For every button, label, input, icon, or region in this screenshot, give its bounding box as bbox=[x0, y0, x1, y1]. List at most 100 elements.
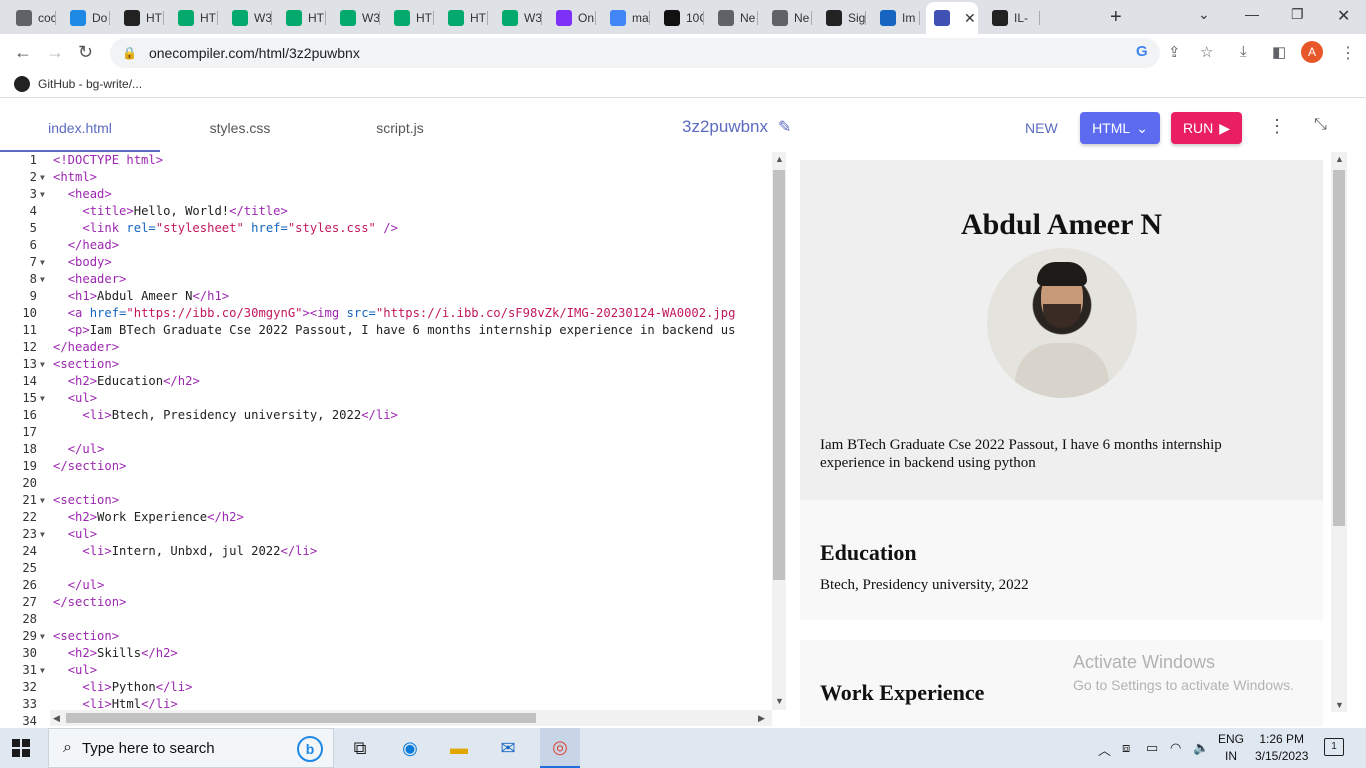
scroll-down-arrow[interactable]: ▼ bbox=[775, 696, 784, 706]
code-line[interactable]: 5 <link rel="stylesheet" href="styles.cs… bbox=[0, 220, 770, 237]
browser-tab[interactable]: coc bbox=[8, 4, 56, 32]
language-select-button[interactable]: HTML ⌄ bbox=[1080, 112, 1160, 144]
scroll-up-arrow[interactable]: ▲ bbox=[1335, 154, 1344, 164]
code-line[interactable]: 30 <h2>Skills</h2> bbox=[0, 645, 770, 662]
more-options-icon[interactable]: ⋮ bbox=[1268, 116, 1286, 137]
scroll-right-arrow[interactable]: ▶ bbox=[758, 713, 765, 724]
fold-toggle-icon[interactable]: ▼ bbox=[40, 254, 45, 271]
bookmark-github[interactable]: GitHub - bg-write/... bbox=[14, 76, 142, 92]
code-line[interactable]: 3 ▼ <head> bbox=[0, 186, 770, 203]
task-view-icon[interactable]: ⧉ bbox=[346, 734, 374, 762]
meet-now-icon[interactable]: ⧈ bbox=[1122, 740, 1130, 756]
code-line[interactable]: 1 <!DOCTYPE html> bbox=[0, 152, 770, 169]
scroll-up-arrow[interactable]: ▲ bbox=[775, 154, 784, 164]
scrollbar-thumb[interactable] bbox=[66, 713, 536, 723]
fold-toggle-icon[interactable]: ▼ bbox=[40, 186, 45, 203]
tab-search-icon[interactable]: ⌄ bbox=[1198, 6, 1210, 23]
code-line[interactable]: 19 </section> bbox=[0, 458, 770, 475]
browser-tab[interactable]: HT bbox=[386, 4, 434, 32]
taskbar-search-box[interactable]: ⌕ Type here to search b bbox=[48, 728, 334, 768]
code-line[interactable]: 23 ▼ <ul> bbox=[0, 526, 770, 543]
fold-toggle-icon[interactable]: ▼ bbox=[40, 356, 45, 373]
code-line[interactable]: 11 <p>Iam BTech Graduate Cse 2022 Passou… bbox=[0, 322, 770, 339]
browser-tab[interactable]: Ne bbox=[710, 4, 758, 32]
code-line[interactable]: 32 <li>Python</li> bbox=[0, 679, 770, 696]
code-line[interactable]: 2 ▼ <html> bbox=[0, 169, 770, 186]
code-line[interactable]: 9 <h1>Abdul Ameer N</h1> bbox=[0, 288, 770, 305]
project-title[interactable]: 3z2puwbnx ✎ bbox=[682, 117, 791, 137]
fold-toggle-icon[interactable]: ▼ bbox=[40, 662, 45, 679]
forward-button[interactable]: → bbox=[46, 42, 64, 63]
code-line[interactable]: 15 ▼ <ul> bbox=[0, 390, 770, 407]
edit-pencil-icon[interactable]: ✎ bbox=[778, 117, 791, 137]
editor-vertical-scrollbar[interactable]: ▲ ▼ bbox=[772, 152, 786, 710]
profile-avatar[interactable]: A bbox=[1301, 41, 1323, 63]
preview-vertical-scrollbar[interactable]: ▲ ▼ bbox=[1331, 152, 1347, 712]
code-line[interactable]: 4 <title>Hello, World!</title> bbox=[0, 203, 770, 220]
fold-toggle-icon[interactable]: ▼ bbox=[40, 169, 45, 186]
browser-tab[interactable]: Im bbox=[872, 4, 920, 32]
code-line[interactable]: 16 <li>Btech, Presidency university, 202… bbox=[0, 407, 770, 424]
google-translate-icon[interactable]: G bbox=[1136, 43, 1148, 60]
fold-toggle-icon[interactable]: ▼ bbox=[40, 526, 45, 543]
profile-photo[interactable] bbox=[987, 248, 1137, 398]
run-button[interactable]: RUN ▶ bbox=[1171, 112, 1242, 144]
fold-toggle-icon[interactable]: ▼ bbox=[40, 628, 45, 645]
code-line[interactable]: 8 ▼ <header> bbox=[0, 271, 770, 288]
scroll-down-arrow[interactable]: ▼ bbox=[1335, 700, 1344, 710]
maximize-window-button[interactable]: ❐ bbox=[1291, 6, 1304, 23]
code-line[interactable]: 7 ▼ <body> bbox=[0, 254, 770, 271]
browser-tab[interactable]: W3 bbox=[224, 4, 272, 32]
browser-tab[interactable]: Sig bbox=[818, 4, 866, 32]
code-line[interactable]: 12 </header> bbox=[0, 339, 770, 356]
code-line[interactable]: 10 <a href="https://ibb.co/30mgynG"><img… bbox=[0, 305, 770, 322]
browser-tab[interactable]: HT bbox=[278, 4, 326, 32]
browser-tab[interactable]: HT bbox=[440, 4, 488, 32]
bookmark-star-icon[interactable]: ☆ bbox=[1200, 43, 1213, 61]
code-line[interactable]: 22 <h2>Work Experience</h2> bbox=[0, 509, 770, 526]
browser-tab[interactable]: HT bbox=[170, 4, 218, 32]
menu-kebab-icon[interactable]: ⋮ bbox=[1340, 43, 1356, 63]
address-bar[interactable]: 🔒 onecompiler.com/html/3z2puwbnx bbox=[110, 38, 1160, 68]
file-tab-styles-css[interactable]: styles.css bbox=[160, 104, 320, 152]
windows-start-button[interactable] bbox=[12, 739, 30, 757]
fold-toggle-icon[interactable]: ▼ bbox=[40, 390, 45, 407]
downloads-icon[interactable]: ⤓ bbox=[1240, 43, 1247, 60]
bing-icon[interactable]: b bbox=[297, 736, 323, 762]
close-tab-icon[interactable]: ✕ bbox=[964, 10, 976, 27]
side-panel-icon[interactable]: ◧ bbox=[1272, 43, 1286, 61]
code-line[interactable]: 25 bbox=[0, 560, 770, 577]
browser-tab[interactable]: IL- bbox=[984, 4, 1040, 32]
code-line[interactable]: 17 bbox=[0, 424, 770, 441]
chrome-taskbar-icon[interactable]: ◎ bbox=[540, 728, 580, 768]
show-hidden-icons-chevron[interactable]: ︿ bbox=[1098, 740, 1111, 759]
fold-toggle-icon[interactable]: ▼ bbox=[40, 271, 45, 288]
browser-tab[interactable]: HT bbox=[116, 4, 164, 32]
input-language[interactable]: ENG IN bbox=[1218, 731, 1244, 765]
browser-tab[interactable]: W3 bbox=[494, 4, 542, 32]
scrollbar-thumb[interactable] bbox=[1333, 170, 1345, 526]
browser-tab[interactable]: ✕ bbox=[926, 2, 978, 34]
collapse-icon[interactable]: ⤡ bbox=[1314, 116, 1327, 134]
minimize-window-button[interactable]: — bbox=[1245, 6, 1259, 22]
wifi-icon[interactable]: ◠ bbox=[1170, 740, 1181, 756]
editor-horizontal-scrollbar[interactable]: ◀ ▶ bbox=[50, 710, 772, 726]
reload-button[interactable]: ↻ bbox=[78, 42, 93, 63]
code-line[interactable]: 31 ▼ <ul> bbox=[0, 662, 770, 679]
code-line[interactable]: 13 ▼ <section> bbox=[0, 356, 770, 373]
browser-tab[interactable]: ma bbox=[602, 4, 650, 32]
new-button[interactable]: NEW bbox=[1025, 120, 1058, 136]
browser-tab[interactable]: Do bbox=[62, 4, 110, 32]
code-line[interactable]: 21 ▼ <section> bbox=[0, 492, 770, 509]
code-line[interactable]: 24 <li>Intern, Unbxd, jul 2022</li> bbox=[0, 543, 770, 560]
browser-tab[interactable]: W3 bbox=[332, 4, 380, 32]
scrollbar-thumb[interactable] bbox=[773, 170, 785, 580]
browser-tab[interactable]: Ne bbox=[764, 4, 812, 32]
new-tab-button[interactable]: + bbox=[1110, 6, 1122, 29]
scroll-left-arrow[interactable]: ◀ bbox=[53, 713, 60, 724]
file-tab-index-html[interactable]: index.html bbox=[0, 104, 160, 152]
code-line[interactable]: 27 </section> bbox=[0, 594, 770, 611]
file-tab-script-js[interactable]: script.js bbox=[320, 104, 480, 152]
browser-tab[interactable]: 10C bbox=[656, 4, 704, 32]
code-editor[interactable]: 1 <!DOCTYPE html> 2 ▼ <html> 3 ▼ <head> 4 <titl… bbox=[0, 152, 770, 726]
